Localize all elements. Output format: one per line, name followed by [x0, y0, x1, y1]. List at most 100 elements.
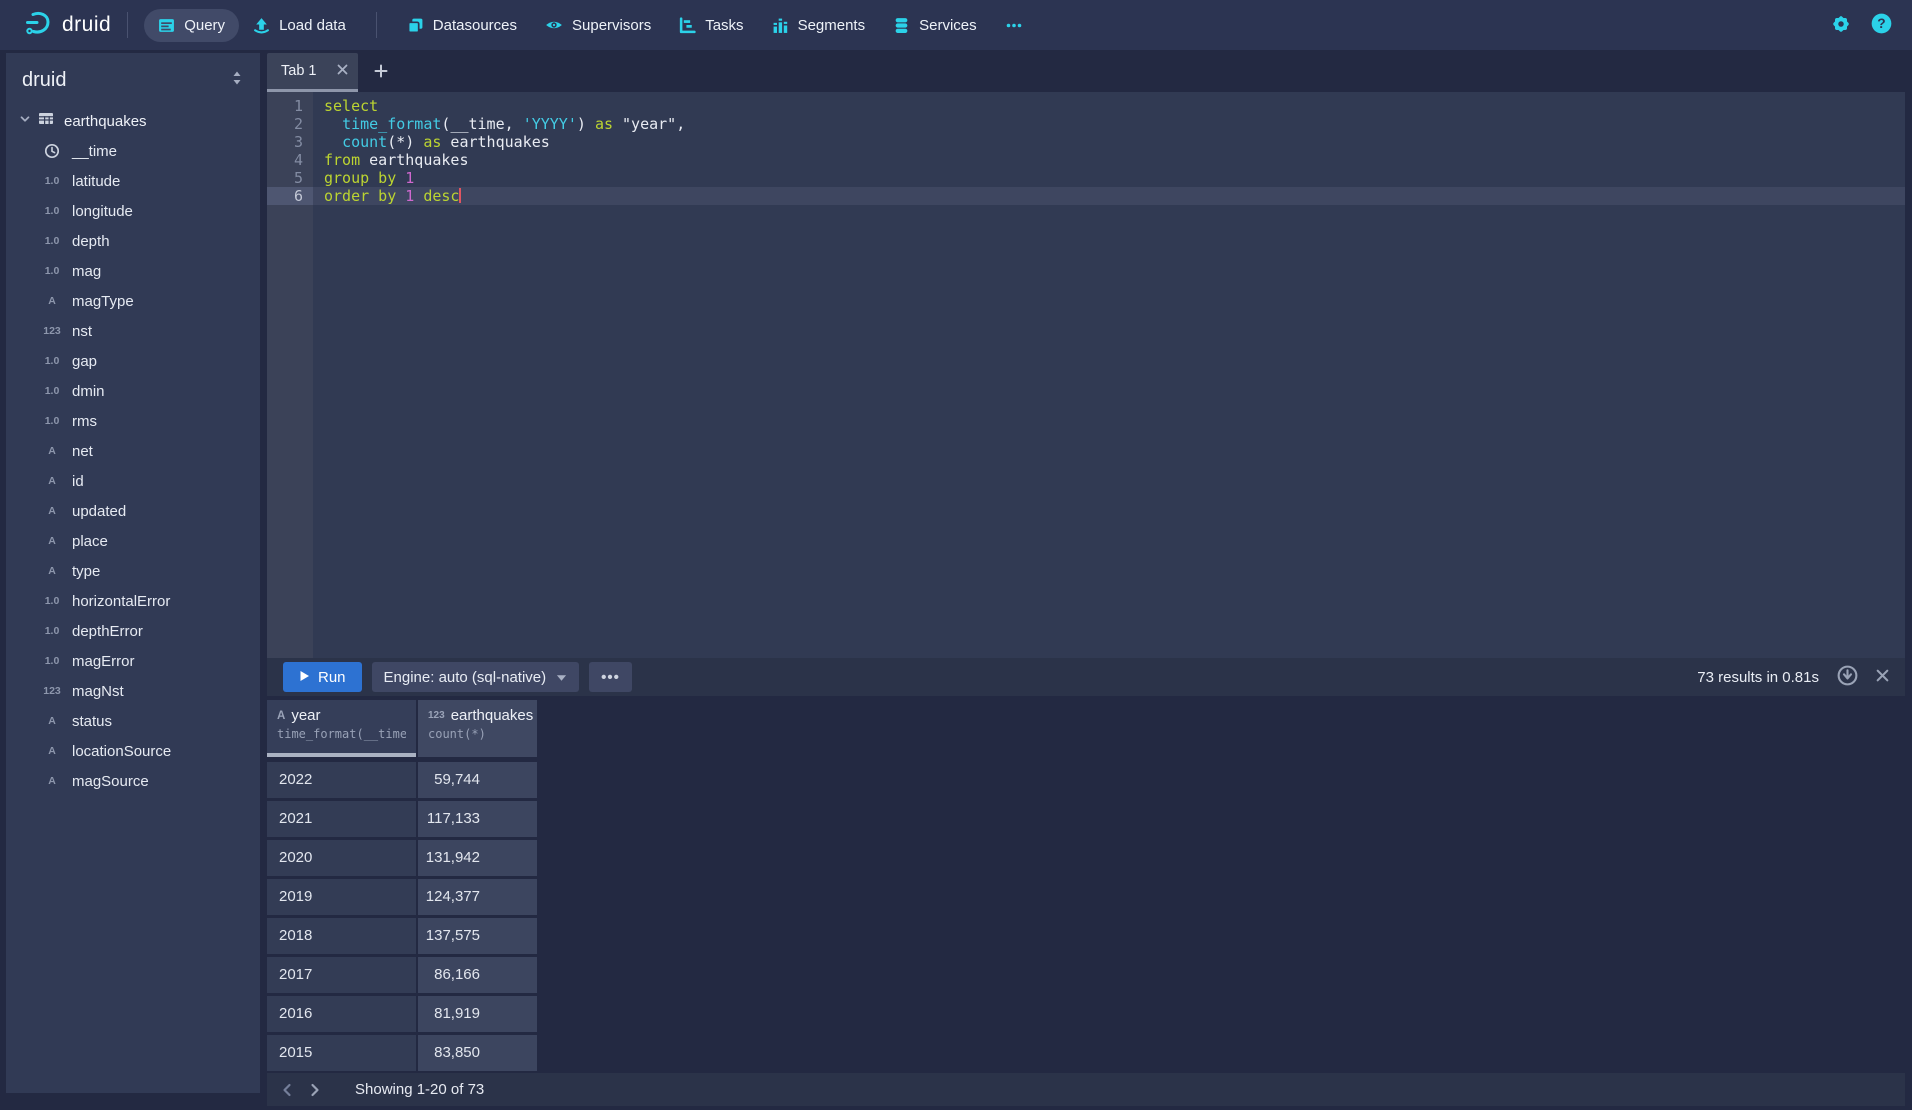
table-row[interactable]: 201583,850 [267, 1035, 539, 1071]
pagination-label: Showing 1-20 of 73 [355, 1081, 484, 1098]
str-type-icon: A [40, 565, 64, 577]
segments-icon [772, 17, 789, 34]
close-icon [1876, 669, 1889, 685]
cell-earthquakes[interactable]: 59,744 [418, 762, 537, 798]
sidebar-column-status[interactable]: Astatus [6, 706, 260, 736]
num-type-icon: 1.0 [40, 595, 64, 607]
sidebar-column-magType[interactable]: AmagType [6, 286, 260, 316]
next-page-button[interactable] [301, 1076, 329, 1104]
sidebar-column-latitude[interactable]: 1.0latitude [6, 166, 260, 196]
results-table-body: 202259,7442021117,1332020131,9422019124,… [267, 762, 539, 1074]
nav-query[interactable]: Query [144, 9, 239, 42]
engine-select-button[interactable]: Engine: auto (sql-native) [372, 662, 580, 692]
sql-editor[interactable]: 1select2 time_format(__time, 'YYYY') as … [267, 92, 1905, 658]
cell-earthquakes[interactable]: 124,377 [418, 879, 537, 915]
table-row[interactable]: 201786,166 [267, 957, 539, 993]
sidebar-column-horizontalError[interactable]: 1.0horizontalError [6, 586, 260, 616]
help-button[interactable]: ? [1871, 13, 1892, 37]
schema-sidebar: druid earthquakes __time1.0latitude1.0lo… [6, 53, 260, 1093]
nav-supervisors[interactable]: Supervisors [531, 8, 665, 42]
sidebar-column-depth[interactable]: 1.0depth [6, 226, 260, 256]
cell-year[interactable]: 2019 [267, 879, 416, 915]
settings-button[interactable] [1831, 14, 1851, 37]
sidebar-column-place[interactable]: Aplace [6, 526, 260, 556]
sidebar-column-magError[interactable]: 1.0magError [6, 646, 260, 676]
sidebar-column-nst[interactable]: 123nst [6, 316, 260, 346]
sidebar-column-updated[interactable]: Aupdated [6, 496, 260, 526]
sidebar-column-rms[interactable]: 1.0 rms [6, 406, 260, 436]
column-name: depth [72, 233, 110, 250]
column-name: magNst [72, 683, 124, 700]
cell-year[interactable]: 2018 [267, 918, 416, 954]
num-type-icon: 1.0 [40, 655, 64, 667]
string-type-icon: A [277, 710, 285, 722]
int-type-icon: 123 [40, 685, 64, 697]
nav-services[interactable]: Services [879, 9, 991, 42]
nav-segments[interactable]: Segments [758, 9, 880, 42]
sidebar-column-gap[interactable]: 1.0gap [6, 346, 260, 376]
sidebar-column-mag[interactable]: 1.0mag [6, 256, 260, 286]
schema-selector[interactable]: druid [22, 69, 66, 92]
close-results-button[interactable] [1876, 669, 1889, 685]
add-tab-button[interactable] [374, 53, 388, 92]
brand[interactable]: druid [24, 9, 111, 42]
table-row[interactable]: 201681,919 [267, 996, 539, 1032]
code-line-4: 4from earthquakes [267, 151, 1905, 169]
sidebar-column-longitude[interactable]: 1.0longitude [6, 196, 260, 226]
sidebar-column-locationSource[interactable]: AlocationSource [6, 736, 260, 766]
cell-year[interactable]: 2020 [267, 840, 416, 876]
column-name: net [72, 443, 93, 460]
cell-earthquakes[interactable]: 131,942 [418, 840, 537, 876]
sidebar-column-__time[interactable]: __time [6, 136, 260, 166]
line-number: 3 [267, 133, 313, 151]
text-cursor [459, 188, 461, 203]
sidebar-column-depthError[interactable]: 1.0depthError [6, 616, 260, 646]
table-row[interactable]: 2021117,133 [267, 801, 539, 837]
run-more-button[interactable]: ••• [589, 662, 632, 692]
table-row[interactable]: 202259,744 [267, 762, 539, 798]
supervisors-icon [545, 16, 563, 34]
sidebar-column-type[interactable]: Atype [6, 556, 260, 586]
table-row[interactable]: 2019124,377 [267, 879, 539, 915]
cell-year[interactable]: 2021 [267, 801, 416, 837]
sidebar-column-magSource[interactable]: AmagSource [6, 766, 260, 796]
datasource-row-earthquakes[interactable]: earthquakes [6, 106, 260, 136]
cell-earthquakes[interactable]: 117,133 [418, 801, 537, 837]
cell-year[interactable]: 2022 [267, 762, 416, 798]
sort-indicator [267, 753, 416, 757]
cell-year[interactable]: 2017 [267, 957, 416, 993]
download-results-button[interactable] [1837, 665, 1858, 689]
help-icon: ? [1871, 13, 1892, 37]
cell-earthquakes[interactable]: 83,850 [418, 1035, 537, 1071]
nav-more[interactable] [991, 9, 1037, 42]
nav-load-data[interactable]: Load data [239, 9, 360, 42]
sidebar-column-id[interactable]: Aid [6, 466, 260, 496]
sidebar-column-dmin[interactable]: 1.0dmin [6, 376, 260, 406]
run-button[interactable]: Run [283, 662, 362, 692]
table-row[interactable]: 2018137,575 [267, 918, 539, 954]
column-name: rms [72, 413, 97, 430]
cell-earthquakes[interactable]: 137,575 [418, 918, 537, 954]
column-header-earthquakes[interactable]: 123 earthquakes count(*) [418, 700, 537, 757]
column-name: latitude [72, 173, 120, 190]
nav-tasks[interactable]: Tasks [665, 9, 757, 42]
nav-datasources[interactable]: Datasources [393, 9, 531, 42]
num-type-icon: 1.0 [40, 415, 64, 427]
cell-earthquakes[interactable]: 81,919 [418, 996, 537, 1032]
close-tab-icon[interactable] [337, 62, 348, 80]
tab-1[interactable]: Tab 1 [267, 53, 358, 92]
pagination-bar: Showing 1-20 of 73 [267, 1073, 1905, 1106]
plus-icon [374, 64, 388, 81]
prev-page-button[interactable] [273, 1076, 301, 1104]
divider [127, 12, 128, 38]
sort-columns-icon[interactable] [230, 70, 244, 91]
cell-year[interactable]: 2015 [267, 1035, 416, 1071]
cell-year[interactable]: 2016 [267, 996, 416, 1032]
code-line-2: 2 time_format(__time, 'YYYY') as "year", [267, 115, 1905, 133]
cell-earthquakes[interactable]: 86,166 [418, 957, 537, 993]
sidebar-column-magNst[interactable]: 123 magNst [6, 676, 260, 706]
query-view: Tab 1 1select2 time_format(__time, 'YYYY… [267, 53, 1905, 1106]
column-header-year[interactable]: A year time_format(__time, … [267, 700, 416, 757]
sidebar-column-net[interactable]: Anet [6, 436, 260, 466]
table-row[interactable]: 2020131,942 [267, 840, 539, 876]
